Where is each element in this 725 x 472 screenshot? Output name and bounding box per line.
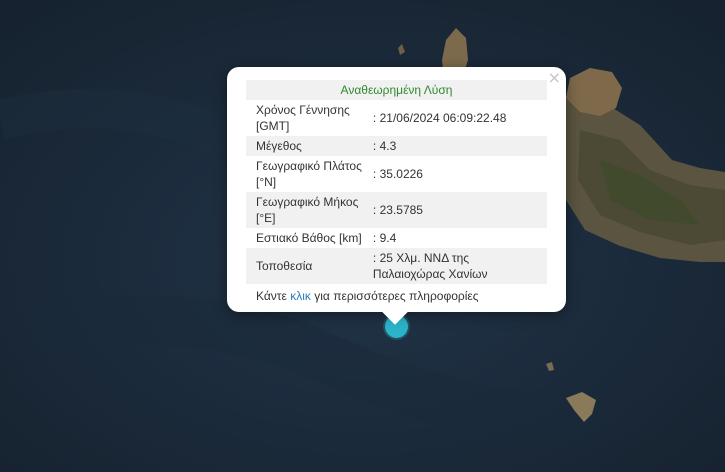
table-row: Γεωγραφικό Μήκος [°E] : 23.5785 bbox=[246, 192, 547, 228]
table-row: Αναθεωρημένη Λύση bbox=[246, 80, 547, 100]
more-info-prefix: Κάντε bbox=[256, 289, 287, 303]
table-row: Εστιακό Βάθος [km] : 9.4 bbox=[246, 228, 547, 248]
field-label: Μέγεθος bbox=[246, 136, 371, 156]
field-label: Τοποθεσία bbox=[246, 248, 371, 284]
field-value: : 25 Χλμ. ΝΝΔ της Παλαιοχώρας Χανίων bbox=[370, 248, 547, 284]
earthquake-details-table: Αναθεωρημένη Λύση Χρόνος Γέννησης [GMT] … bbox=[246, 80, 547, 306]
field-label: Γεωγραφικό Μήκος [°E] bbox=[246, 192, 371, 228]
field-value: : 4.3 bbox=[370, 136, 547, 156]
field-label: Γεωγραφικό Πλάτος [°N] bbox=[256, 159, 362, 189]
close-icon[interactable]: × bbox=[548, 70, 561, 86]
earthquake-info-popup: × Αναθεωρημένη Λύση Χρόνος Γέννησης [GMT… bbox=[227, 67, 566, 325]
field-label: Εστιακό Βάθος [km] bbox=[256, 231, 362, 245]
table-row: Χρόνος Γέννησης [GMT] : 21/06/2024 06:09… bbox=[246, 100, 547, 136]
field-value: : 23.5785 bbox=[370, 192, 547, 228]
more-info-link[interactable]: κλικ bbox=[290, 289, 311, 303]
table-row: Τοποθεσία : 25 Χλμ. ΝΝΔ της Παλαιοχώρας … bbox=[246, 248, 547, 284]
popup-title: Αναθεωρημένη Λύση bbox=[246, 80, 547, 100]
field-value: : 21/06/2024 06:09:22.48 bbox=[372, 111, 507, 125]
field-value: : 35.0226 bbox=[372, 167, 423, 181]
field-value: : 9.4 bbox=[372, 231, 397, 245]
field-label: Χρόνος Γέννησης [GMT] bbox=[256, 103, 350, 133]
table-row: Γεωγραφικό Πλάτος [°N] : 35.0226 bbox=[246, 156, 547, 192]
table-row: Μέγεθος : 4.3 bbox=[246, 136, 547, 156]
